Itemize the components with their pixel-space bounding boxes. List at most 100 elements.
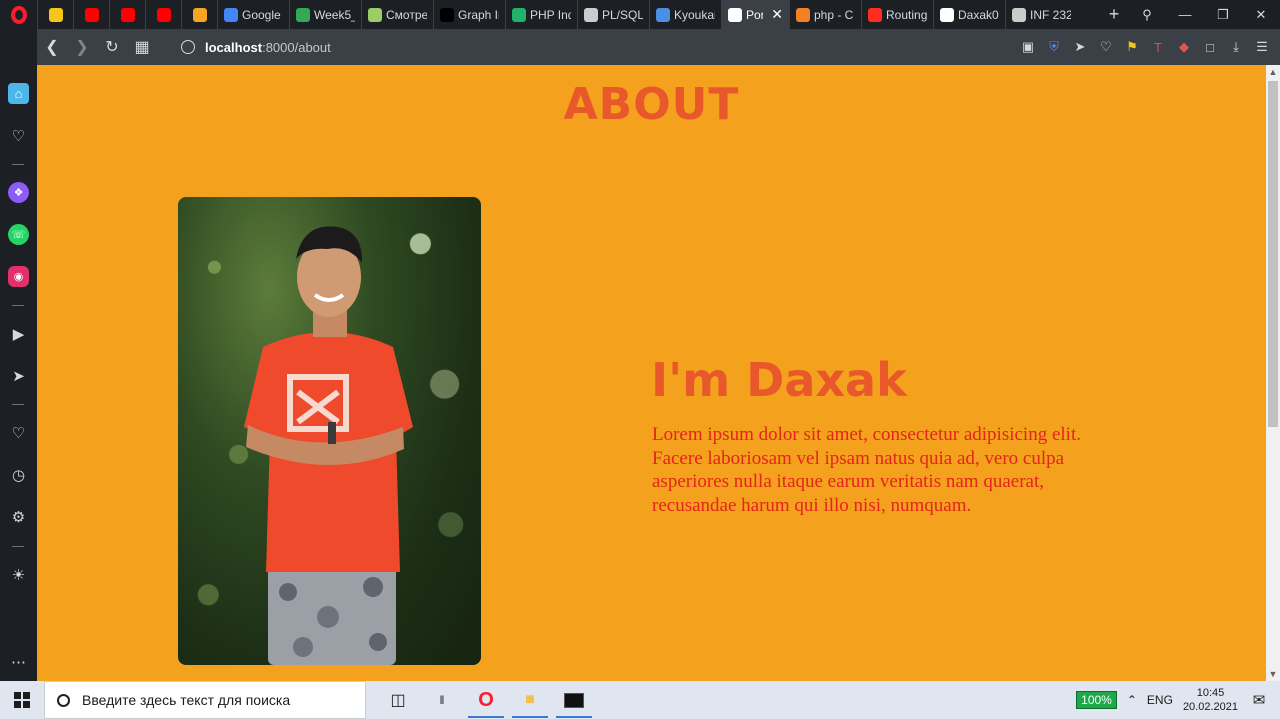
send-icon[interactable]: ➤ — [1068, 39, 1092, 55]
search-tabs-icon[interactable]: ⚲ — [1128, 7, 1166, 23]
window-controls: ⚲ — ❐ ✕ — [1128, 0, 1280, 29]
tab-favicon-icon — [440, 7, 454, 22]
home-icon[interactable]: ⌂ — [8, 83, 29, 104]
windows-taskbar: Введите здесь текст для поиска ◫ ‖ O ■ 1… — [0, 681, 1280, 719]
minimize-button[interactable]: — — [1166, 7, 1204, 22]
back-button[interactable]: ❮ — [37, 29, 67, 65]
tab-label: Смотре — [386, 7, 427, 22]
box-icon[interactable]: □ — [1198, 40, 1222, 55]
settings-gear-icon[interactable]: ⚙ — [8, 506, 29, 527]
close-window-button[interactable]: ✕ — [1242, 7, 1280, 23]
url-text: localhost:8000/about — [205, 40, 331, 55]
download-icon[interactable]: ⤓ — [1224, 39, 1248, 55]
browser-tab[interactable]: Kyoukai — [649, 0, 721, 29]
cube-extension-icon[interactable]: ◆ — [1172, 39, 1196, 55]
file-explorer-icon[interactable]: ■ — [508, 681, 552, 719]
maximize-button[interactable]: ❐ — [1204, 7, 1242, 23]
url-path: :8000/about — [262, 39, 331, 55]
tab-favicon-icon — [512, 7, 526, 22]
tab-favicon-icon — [84, 7, 99, 22]
my-flow-icon[interactable]: ♡ — [8, 125, 29, 146]
taskbar-apps: ◫ ‖ O ■ — [376, 681, 596, 719]
tab-label: Google — [242, 7, 281, 22]
terminal-icon[interactable] — [552, 681, 596, 719]
browser-tab[interactable]: Port ✕ — [721, 0, 789, 29]
tab-label: php - C — [814, 7, 854, 22]
battery-indicator[interactable]: 100% — [1076, 691, 1117, 709]
scroll-down-arrow-icon[interactable]: ▼ — [1266, 667, 1280, 681]
page-scrollbar[interactable]: ▲ ▼ — [1266, 65, 1280, 681]
reload-button[interactable]: ↻ — [97, 29, 127, 65]
opera-taskbar-icon[interactable]: O — [464, 681, 508, 719]
more-icon[interactable]: ⋯ — [8, 651, 29, 672]
about-heading: I'm Daxak — [651, 353, 907, 407]
tab-favicon-icon — [584, 7, 598, 22]
browser-tab[interactable]: Daxak0 — [933, 0, 1005, 29]
forward-button[interactable]: ❯ — [67, 29, 97, 65]
browser-tab[interactable]: Routing — [861, 0, 933, 29]
tab-favicon-icon — [1012, 7, 1026, 22]
screen: Google Week5_ Смотре Graph Ir PHP Ind PL/SQL K… — [0, 0, 1280, 719]
clock-date: 20.02.2021 — [1182, 701, 1238, 713]
shield-icon[interactable]: ⛨ — [1042, 39, 1066, 55]
browser-tab[interactable]: Graph Ir — [433, 0, 505, 29]
taskbar-divider-icon: ‖ — [439, 693, 445, 707]
pinned-tab[interactable] — [37, 0, 73, 29]
opera-menu-button[interactable] — [0, 0, 37, 29]
close-tab-icon[interactable]: ✕ — [771, 6, 783, 23]
clock[interactable]: 10:45 20.02.2021 — [1183, 686, 1238, 714]
sidebar-separator — [12, 305, 24, 306]
new-tab-button[interactable]: + — [1100, 4, 1128, 25]
messenger-icon[interactable]: ❖ — [8, 182, 29, 203]
browser-tab[interactable]: Week5_ — [289, 0, 361, 29]
tab-label: Daxak0 — [958, 7, 999, 22]
show-hidden-icons-icon[interactable]: ⌃ — [1127, 693, 1137, 707]
notifications-icon[interactable]: ✉ — [1248, 691, 1270, 709]
send-icon[interactable]: ➤ — [8, 365, 29, 386]
browser-tab[interactable]: PHP Ind — [505, 0, 577, 29]
pinned-tab[interactable] — [73, 0, 109, 29]
browser-tab[interactable]: Смотре — [361, 0, 433, 29]
browser-tab[interactable]: INF 232 — [1005, 0, 1077, 29]
browser-tab[interactable]: Google — [217, 0, 289, 29]
tab-label: PHP Ind — [530, 7, 571, 22]
taskbar-search-input[interactable]: Введите здесь текст для поиска — [44, 681, 366, 719]
page-title: ABOUT — [563, 79, 740, 130]
tab-favicon-icon — [368, 7, 382, 22]
sidebar-separator — [12, 546, 24, 547]
flag-extension-icon[interactable]: ⚑ — [1120, 39, 1144, 55]
url-field[interactable]: localhost:8000/about — [181, 40, 1016, 55]
browser-tab[interactable]: php - C — [789, 0, 861, 29]
scroll-up-arrow-icon[interactable]: ▲ — [1266, 65, 1280, 79]
pinned-tab[interactable] — [181, 0, 217, 29]
translate-extension-icon[interactable]: T — [1146, 40, 1170, 55]
sidebar-separator — [12, 404, 24, 405]
tab-label: Kyoukai — [674, 7, 715, 22]
lightbulb-icon[interactable]: ☀ — [8, 564, 29, 585]
tab-list: Google Week5_ Смотре Graph Ir PHP Ind PL/SQL K… — [37, 0, 1100, 29]
tab-label: Port — [746, 7, 763, 22]
camera-icon[interactable]: ▣ — [1016, 39, 1040, 55]
url-host: localhost — [205, 39, 263, 55]
sidebar-separator — [12, 164, 24, 165]
browser-tab[interactable]: PL/SQL — [577, 0, 649, 29]
easy-setup-icon[interactable]: ☰ — [1250, 39, 1274, 55]
tab-favicon-icon — [48, 7, 63, 22]
tab-favicon-icon — [796, 7, 810, 22]
scroll-thumb[interactable] — [1268, 81, 1278, 427]
tab-label: Routing — [886, 7, 927, 22]
history-icon[interactable]: ◷ — [8, 464, 29, 485]
pinned-tab[interactable] — [109, 0, 145, 29]
windows-logo-icon — [14, 692, 30, 708]
pinned-tab[interactable] — [145, 0, 181, 29]
speed-dial-icon[interactable]: ▦ — [127, 29, 157, 65]
language-indicator[interactable]: ENG — [1147, 693, 1173, 707]
instagram-icon[interactable]: ◉ — [8, 266, 29, 287]
heart-icon[interactable]: ♡ — [1094, 39, 1118, 55]
whatsapp-icon[interactable]: ☏ — [8, 224, 29, 245]
start-button[interactable] — [0, 681, 44, 719]
task-view-icon[interactable]: ◫ — [376, 681, 420, 719]
bookmarks-heart-icon[interactable]: ♡ — [8, 422, 29, 443]
tab-favicon-icon — [296, 7, 310, 22]
player-icon[interactable]: ▶ — [8, 323, 29, 344]
